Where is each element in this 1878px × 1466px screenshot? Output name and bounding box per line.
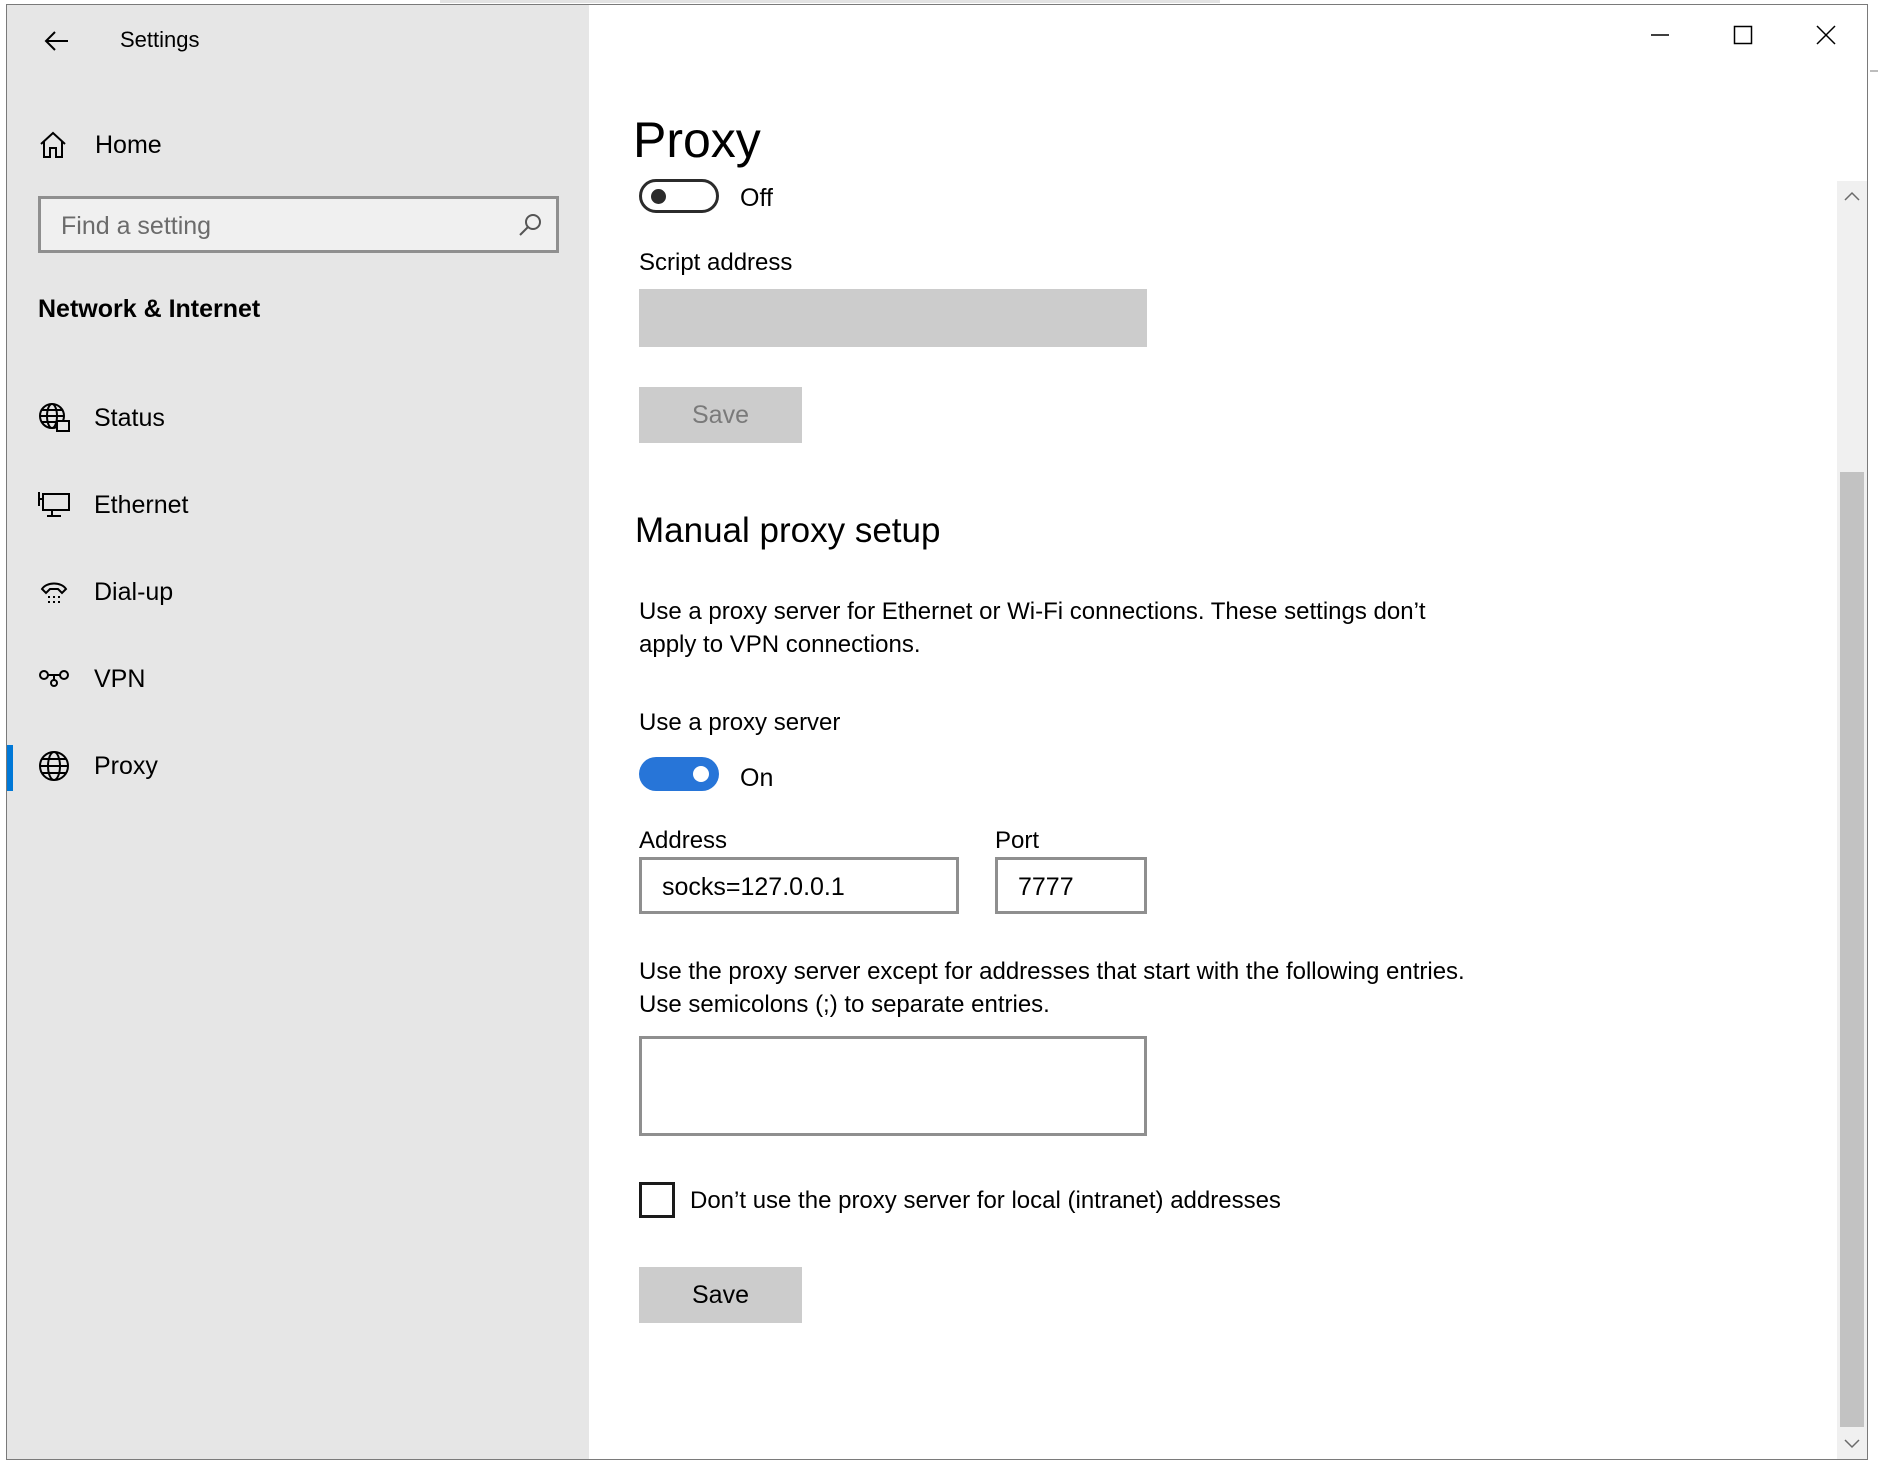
sidebar: Settings Home Network & Internet Status — [7, 5, 589, 1459]
script-address-label: Script address — [639, 249, 793, 276]
toggle-knob — [693, 766, 709, 782]
sidebar-item-status[interactable]: Status — [7, 383, 589, 455]
port-field[interactable] — [995, 857, 1147, 914]
sidebar-item-dial-up[interactable]: Dial-up — [7, 557, 589, 629]
main-content: Proxy Off Script address Save Manual pro… — [589, 5, 1867, 1459]
exceptions-field[interactable] — [639, 1036, 1147, 1136]
use-proxy-toggle[interactable] — [639, 757, 719, 791]
manual-proxy-description: Use a proxy server for Ethernet or Wi-Fi… — [639, 598, 1426, 658]
local-addresses-label[interactable]: Don’t use the proxy server for local (in… — [690, 1187, 1281, 1215]
address-field[interactable] — [639, 857, 959, 914]
proxy-globe-icon — [39, 751, 69, 781]
background-edge — [440, 0, 1220, 3]
app-title: Settings — [120, 27, 200, 52]
ethernet-icon — [38, 492, 70, 517]
setup-script-toggle-state: Off — [740, 184, 773, 212]
sidebar-item-label: Status — [94, 404, 165, 432]
use-proxy-toggle-state: On — [740, 764, 774, 792]
window-controls — [1618, 5, 1867, 65]
use-proxy-label: Use a proxy server — [639, 709, 841, 736]
close-icon — [1815, 25, 1836, 45]
search-icon[interactable] — [516, 211, 544, 239]
home-nav-item[interactable]: Home — [7, 117, 589, 173]
sidebar-item-label: Ethernet — [94, 491, 189, 519]
minimize-button[interactable] — [1618, 5, 1701, 65]
setup-script-toggle[interactable] — [639, 179, 719, 213]
chevron-up-icon — [1844, 191, 1860, 201]
exceptions-description: Use the proxy server except for addresse… — [639, 958, 1465, 1018]
back-button[interactable] — [33, 19, 81, 63]
page-title: Proxy — [633, 112, 761, 168]
status-globe-icon — [39, 403, 70, 432]
address-label: Address — [639, 827, 728, 854]
script-save-button: Save — [639, 387, 802, 443]
dial-up-icon — [40, 582, 68, 603]
exceptions-textarea[interactable] — [654, 1049, 1136, 1127]
search-box[interactable] — [38, 196, 559, 253]
maximize-button[interactable] — [1701, 5, 1784, 65]
address-input[interactable] — [660, 870, 948, 904]
chevron-down-icon — [1844, 1439, 1860, 1449]
sidebar-item-ethernet[interactable]: Ethernet — [7, 470, 589, 542]
home-icon — [40, 131, 66, 158]
background-edge-right — [1870, 70, 1878, 72]
sidebar-item-proxy[interactable]: Proxy — [7, 731, 589, 803]
port-input[interactable] — [1016, 870, 1136, 904]
save-button[interactable]: Save — [639, 1267, 802, 1323]
vertical-scrollbar[interactable] — [1837, 181, 1867, 1459]
scroll-down-button[interactable] — [1837, 1429, 1867, 1459]
toggle-knob — [651, 189, 666, 204]
sidebar-item-vpn[interactable]: VPN — [7, 644, 589, 716]
minimize-icon — [1650, 34, 1669, 36]
script-address-field — [639, 289, 1147, 347]
vpn-icon — [39, 670, 69, 687]
sidebar-item-label: Proxy — [94, 752, 158, 780]
maximize-icon — [1733, 25, 1752, 45]
search-input[interactable] — [59, 209, 503, 243]
scroll-up-button[interactable] — [1837, 181, 1867, 211]
sidebar-item-label: Dial-up — [94, 578, 174, 606]
local-addresses-checkbox[interactable] — [639, 1182, 675, 1218]
settings-window: Settings Home Network & Internet Status — [6, 4, 1868, 1460]
sidebar-item-label: VPN — [94, 665, 146, 693]
port-label: Port — [995, 827, 1040, 854]
close-button[interactable] — [1784, 5, 1867, 65]
home-label: Home — [95, 131, 162, 159]
section-title: Network & Internet — [38, 295, 261, 323]
scroll-thumb[interactable] — [1840, 472, 1864, 1427]
back-arrow-icon — [44, 31, 68, 51]
manual-proxy-heading: Manual proxy setup — [635, 511, 941, 550]
